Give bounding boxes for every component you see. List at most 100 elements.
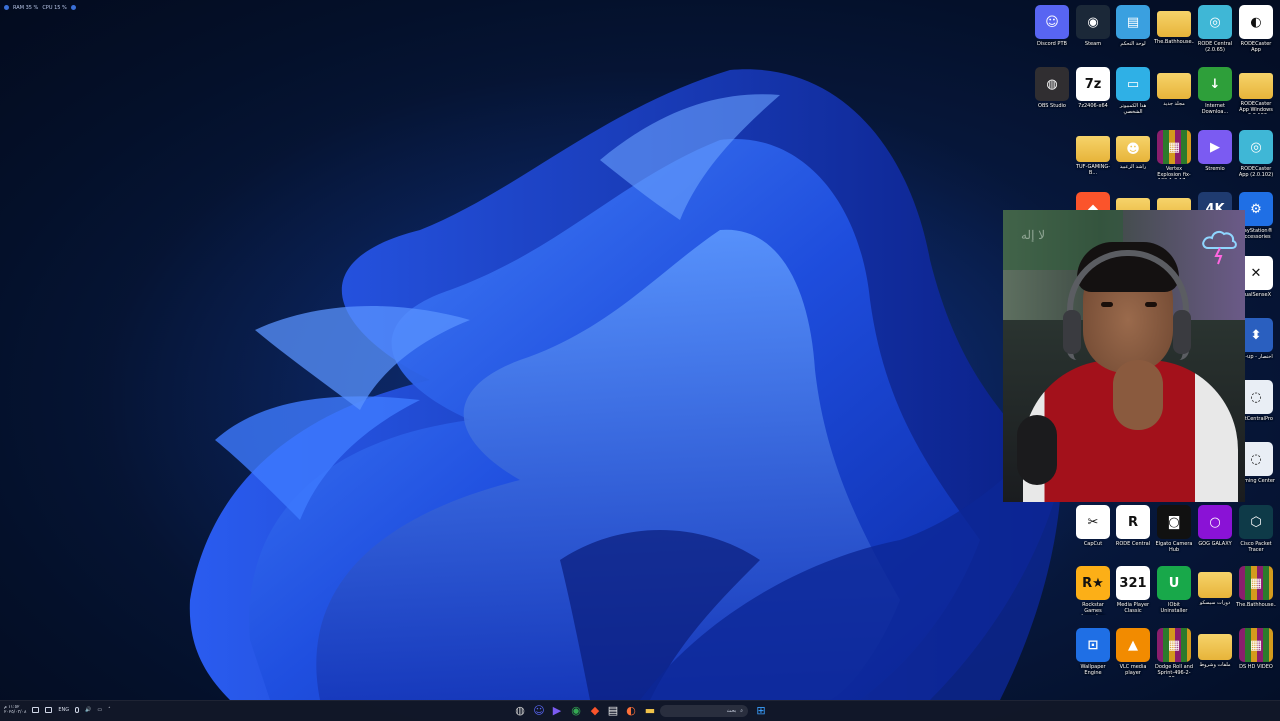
network-icon[interactable]: ▭ — [97, 707, 102, 713]
rockstar-icon: R★ — [1076, 566, 1110, 600]
cpu-usage: CPU 15 % — [42, 4, 67, 11]
desktop-shortcut[interactable]: The.Bathhouse... — [1154, 5, 1194, 45]
stremio-icon: ▶ — [1198, 130, 1232, 164]
desktop-shortcut-label: راشد الزعبيد — [1119, 164, 1147, 170]
desktop-shortcut-label: VLC media player — [1119, 664, 1147, 676]
desktop-shortcut[interactable]: 321 Media Player Classic — [1113, 566, 1153, 614]
desktop-shortcut[interactable]: R RODE Central — [1113, 505, 1153, 547]
desktop-shortcut[interactable]: ✂ CapCut — [1073, 505, 1113, 547]
desktop-shortcut[interactable]: ◐ RODECaster App — [1236, 5, 1276, 53]
desktop-shortcut[interactable]: 7z 7z2406-x64 — [1073, 67, 1113, 109]
obs-icon: ◍ — [1035, 67, 1069, 101]
desktop-shortcut-label: Internet Downloa... — [1201, 103, 1229, 115]
microphone-icon[interactable] — [75, 707, 80, 713]
obs-icon[interactable]: ◍ — [514, 705, 526, 717]
desktop-shortcut-label: RODECaster App — [1240, 41, 1272, 53]
firefox-icon[interactable]: ◐ — [625, 705, 637, 717]
desktop-shortcut[interactable]: ⊡ Wallpaper Engine — [1073, 628, 1113, 676]
desktop-shortcut[interactable]: ◎ RODE Central (2.0.65) — [1195, 5, 1235, 53]
file-explorer-icon[interactable]: ▬ — [644, 705, 656, 717]
monitor-icon — [4, 5, 9, 10]
desktop-shortcut[interactable]: ▲ VLC media player — [1113, 628, 1153, 676]
desktop-shortcut-label: Cisco Packet Tracer — [1240, 541, 1272, 553]
desktop-shortcut-label: RODE Central (2.0.65) — [1197, 41, 1233, 53]
microphone — [1017, 415, 1057, 485]
taskbar: ١١:٥٢ م ٢٠٢٥/٠٣/٠٨ ENG 🔊 ▭ ˄ ◍ ☺ ▶ ◉ ◆ ▤ ◐ ▬ ⊞ ب… — [0, 700, 1280, 721]
idm-icon: ↓ — [1198, 67, 1232, 101]
desktop-shortcut[interactable]: ▶ Stremio — [1195, 130, 1235, 172]
desktop-shortcut-label: Elgato Camera Hub — [1155, 541, 1193, 553]
headset — [1067, 250, 1189, 360]
folder-icon — [1157, 11, 1191, 37]
display-icon[interactable] — [45, 707, 53, 713]
installer-disc-icon: ◎ — [1198, 5, 1232, 39]
desktop-shortcut[interactable]: ◎ RODECaster App (2.0.102) — [1236, 130, 1276, 178]
desktop-shortcut[interactable]: ◉ Steam — [1073, 5, 1113, 47]
stremio-icon[interactable]: ▶ — [551, 705, 563, 717]
desktop-shortcut[interactable]: ▦ Dodge Roll and Sprint-496-2-30... — [1154, 628, 1194, 677]
desktop-shortcut[interactable]: ⬡ Cisco Packet Tracer — [1236, 505, 1276, 553]
vlc-icon: ▲ — [1116, 628, 1150, 662]
desktop-shortcut[interactable]: ○ GOG GALAXY — [1195, 505, 1235, 547]
start-icon[interactable]: ⊞ — [755, 705, 767, 717]
desktop-shortcut[interactable]: TUF-GAMING-B... — [1073, 130, 1113, 176]
clock[interactable]: ١١:٥٢ م ٢٠٢٥/٠٣/٠٨ — [4, 705, 26, 715]
discord-icon[interactable]: ☺ — [533, 705, 545, 717]
desktop-shortcut-label: Discord PTB — [1037, 41, 1067, 47]
monitor-settings-icon[interactable] — [70, 5, 76, 10]
desktop-shortcut[interactable]: ▭ هذا الكمبيوتر الشخصي — [1113, 67, 1153, 115]
gog-galaxy-icon: ○ — [1198, 505, 1232, 539]
system-monitor: RAM 35 % CPU 15 % — [4, 3, 76, 12]
desktop-shortcut-label: ملفات وشروط — [1199, 662, 1231, 668]
rode-central-icon: R — [1116, 505, 1150, 539]
desktop-shortcut[interactable]: ▦ Vertex Explosion fix-109-1-0-17... — [1154, 130, 1194, 179]
system-tray: ١١:٥٢ م ٢٠٢٥/٠٣/٠٨ ENG 🔊 ▭ ˄ — [4, 705, 111, 715]
desktop-shortcut-label: RODE Central — [1115, 541, 1151, 547]
clock-date: ٢٠٢٥/٠٣/٠٨ — [4, 710, 27, 715]
capcut-icon: ✂ — [1076, 505, 1110, 539]
desktop-shortcut[interactable]: ▦ The.Bathhouse... — [1236, 566, 1276, 608]
language-indicator[interactable]: ENG — [58, 707, 69, 713]
steam-icon: ◉ — [1076, 5, 1110, 39]
desktop-shortcut[interactable]: ▦ DS HD VIDEO — [1236, 628, 1276, 670]
desktop-shortcut-label: GOG GALAXY — [1198, 541, 1232, 547]
chevron-up-icon[interactable]: ˄ — [108, 707, 111, 713]
desktop-shortcut[interactable]: R★ Rockstar Games Launcher — [1073, 566, 1113, 615]
this-pc-icon: ▭ — [1116, 67, 1150, 101]
user-folder-icon: ☻ — [1116, 136, 1150, 162]
desktop-shortcut-label: 7z2406-x64 — [1078, 103, 1108, 109]
desktop-shortcut-label: IObit Uninstaller — [1160, 602, 1188, 614]
desktop-shortcut[interactable]: RODECaster App Windows v2.0.102 — [1236, 67, 1276, 114]
desktop-shortcut[interactable]: ملفات وشروط — [1195, 628, 1235, 668]
desktop-shortcut-label: DS HD VIDEO — [1239, 664, 1273, 670]
winrar-archive-icon: ▦ — [1157, 130, 1191, 164]
search-icon: ⌕ — [740, 708, 743, 714]
chrome-icon[interactable]: ◉ — [570, 705, 582, 717]
taskbar-search[interactable]: بحث ⌕ — [660, 705, 748, 717]
desktop-shortcut[interactable]: ◙ Elgato Camera Hub — [1154, 505, 1194, 553]
brave-icon[interactable]: ◆ — [589, 705, 601, 717]
desktop-shortcut[interactable]: ↓ Internet Downloa... — [1195, 67, 1235, 115]
desktop-shortcut-label: TUF-GAMING-B... — [1075, 164, 1111, 176]
notes-icon[interactable]: ▤ — [607, 705, 619, 717]
desktop-shortcut[interactable]: ☺ Discord PTB — [1032, 5, 1072, 47]
folder-icon — [1198, 634, 1232, 660]
desktop-shortcut[interactable]: U IObit Uninstaller — [1154, 566, 1194, 614]
person-hand — [1113, 360, 1163, 430]
desktop-shortcut[interactable]: ◍ OBS Studio — [1032, 67, 1072, 109]
desktop-shortcut[interactable]: دورات سيسكو — [1195, 566, 1235, 606]
desktop-shortcut-label: Stremio — [1205, 166, 1225, 172]
desktop-shortcut[interactable]: ☻ راشد الزعبيد — [1113, 130, 1153, 170]
rodecaster-icon: ◐ — [1239, 5, 1273, 39]
notification-icon[interactable] — [32, 707, 40, 713]
desktop-shortcut[interactable]: مجلد جديد — [1154, 67, 1194, 107]
folder-icon — [1157, 73, 1191, 99]
desktop-shortcut[interactable]: ▤ لوحة التحكم — [1113, 5, 1153, 47]
webcam-overlay: ﻻ إله — [1003, 210, 1245, 502]
desktop-shortcut-label: Wallpaper Engine — [1080, 664, 1106, 676]
desktop-shortcut-label: Rockstar Games Launcher — [1081, 602, 1104, 615]
volume-icon[interactable]: 🔊 — [85, 707, 91, 713]
headset-ear-right — [1173, 310, 1191, 354]
control-panel-icon: ▤ — [1116, 5, 1150, 39]
folder-icon — [1198, 572, 1232, 598]
